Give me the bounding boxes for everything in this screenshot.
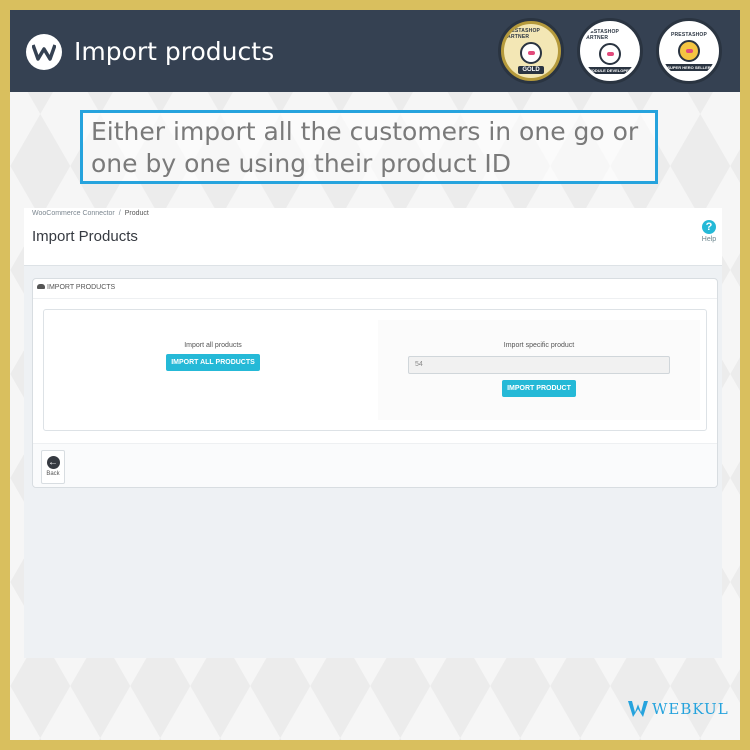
- panel-footer: ← Back: [33, 443, 717, 487]
- panel-heading: IMPORT PRODUCTS: [33, 279, 717, 299]
- help-label: Help: [701, 236, 717, 243]
- page-title: Import Products: [32, 228, 138, 245]
- page-header: WooCommerce Connector / Product Import Pro…: [24, 208, 722, 266]
- hero-puffin-icon: [678, 39, 700, 62]
- import-specific-title: Import specific product: [503, 342, 575, 349]
- panel-heading-label: IMPORT PRODUCTS: [47, 284, 116, 291]
- import-all-section: Import all products IMPORT ALL PRODUCTS: [48, 320, 378, 420]
- webkul-w-icon: [32, 44, 56, 61]
- import-all-title: Import all products: [184, 342, 242, 349]
- puffin-icon: [599, 42, 621, 65]
- footer-brand-text: WEBKUL: [652, 700, 729, 718]
- banner-title: Import products: [74, 37, 275, 66]
- caption-box: Either import all the customers in one g…: [80, 110, 658, 184]
- help-icon: ?: [702, 220, 716, 234]
- import-options-box: Import all products IMPORT ALL PRODUCTS …: [43, 309, 707, 431]
- webkul-mark-icon: [628, 701, 648, 717]
- gold-partner-badge: PRESTASHOP PARTNER GOLD: [498, 18, 564, 84]
- webkul-logo: [26, 34, 62, 70]
- admin-screenshot: WooCommerce Connector / Product Import Pro…: [24, 208, 722, 658]
- badge-ring-text: PRESTASHOP PARTNER: [583, 28, 619, 41]
- footer-brand-logo: WEBKUL: [628, 700, 729, 718]
- module-developer-badge: PRESTASHOP PARTNER MODULE DEVELOPER: [577, 18, 643, 84]
- header-banner: Import products PRESTASHOP PARTNER GOLD …: [10, 10, 740, 92]
- import-products-panel: IMPORT PRODUCTS Import all products IMPO…: [32, 278, 718, 488]
- badge-label: SUPER HERO SELLER: [663, 63, 715, 71]
- product-id-input[interactable]: 54: [408, 356, 670, 374]
- cloud-upload-icon: [37, 284, 45, 289]
- puffin-icon: [520, 42, 542, 64]
- back-button[interactable]: ← Back: [41, 450, 65, 484]
- help-button[interactable]: ? Help: [698, 220, 720, 243]
- import-specific-section: Import specific product 54 IMPORT PRODUC…: [378, 320, 700, 420]
- breadcrumb-separator: /: [118, 210, 121, 217]
- import-product-button[interactable]: IMPORT PRODUCT: [502, 380, 576, 397]
- breadcrumb-parent[interactable]: WooCommerce Connector: [32, 210, 115, 217]
- back-label: Back: [46, 471, 60, 477]
- back-arrow-icon: ←: [46, 456, 60, 469]
- super-hero-seller-badge: PRESTASHOP SUPER HERO SELLER: [656, 18, 722, 84]
- breadcrumb-current: Product: [124, 210, 149, 217]
- import-all-products-button[interactable]: IMPORT ALL PRODUCTS: [166, 354, 260, 371]
- badge-label: GOLD: [518, 66, 544, 74]
- image-frame: Import products PRESTASHOP PARTNER GOLD …: [10, 10, 740, 740]
- breadcrumb: WooCommerce Connector / Product: [32, 210, 149, 217]
- badge-ring-text: PRESTASHOP: [670, 31, 708, 38]
- badge-ring-text: PRESTASHOP PARTNER: [504, 28, 540, 40]
- badge-label: MODULE DEVELOPER: [584, 66, 636, 74]
